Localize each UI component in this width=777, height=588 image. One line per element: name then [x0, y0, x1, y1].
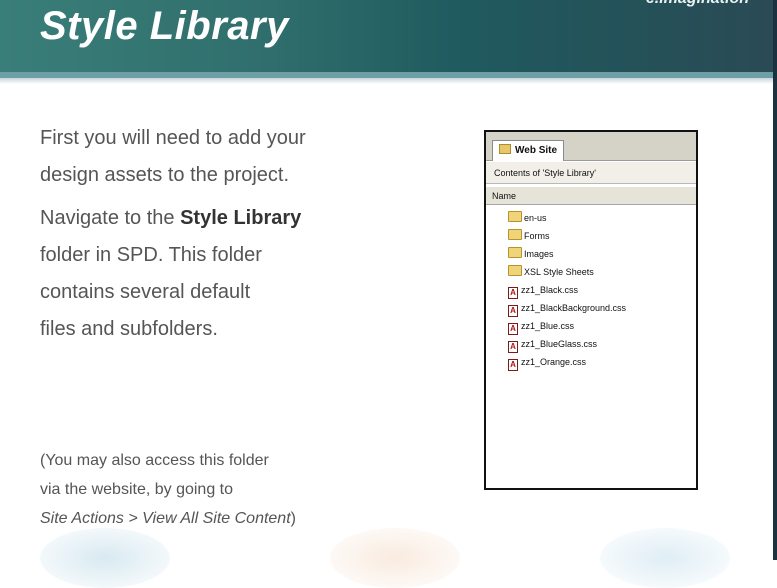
item-name: zz1_BlueGlass.css [521, 339, 598, 349]
item-name: Forms [524, 231, 550, 241]
list-item[interactable]: Azz1_BlueGlass.css [508, 335, 626, 353]
navigate-line-2: folder in SPD. This folder [40, 244, 262, 266]
file-list: en-us Forms Images XSL Style Sheets Azz1… [508, 209, 626, 371]
css-file-icon: A [508, 305, 518, 317]
decorative-circle [330, 528, 460, 588]
contents-heading: Contents of 'Style Library' [486, 162, 696, 184]
item-name: zz1_BlackBackground.css [521, 303, 627, 313]
note-line-2: via the website, by going to [40, 481, 234, 498]
item-name: zz1_Blue.css [521, 321, 575, 331]
panel-tabstrip: Web Site [486, 132, 696, 161]
brand-logo-text: e.imagination [646, 0, 749, 8]
decorative-circle [600, 528, 730, 588]
navigate-line-1-text: Navigate to the [40, 207, 181, 229]
tab-label: Web Site [515, 145, 558, 156]
list-item[interactable]: Forms [508, 227, 626, 245]
note-paragraph: (You may also access this folder via the… [40, 446, 296, 533]
css-file-icon: A [508, 323, 518, 335]
folder-icon [508, 229, 522, 240]
tab-web-site[interactable]: Web Site [492, 140, 565, 161]
list-item[interactable]: Images [508, 245, 626, 263]
intro-line-2: design assets to the project. [40, 164, 290, 186]
window-edge [773, 0, 777, 560]
spd-folder-panel: Web Site Contents of 'Style Library' Nam… [484, 130, 698, 490]
navigate-paragraph: Navigate to the Style Library folder in … [40, 200, 301, 348]
list-item[interactable]: Azz1_Black.css [508, 281, 626, 299]
item-name: XSL Style Sheets [524, 267, 594, 277]
slide-title: Style Library [40, 4, 289, 48]
intro-paragraph: First you will need to add your design a… [40, 120, 306, 194]
header-shadow [0, 78, 777, 84]
navigate-line-1: Navigate to the Style Library [40, 200, 301, 237]
navigate-line-3: contains several default [40, 281, 251, 303]
site-actions-path: Site Actions > View All Site Content [40, 510, 291, 527]
website-folder-icon [499, 144, 511, 154]
list-item[interactable]: Azz1_BlackBackground.css [508, 299, 626, 317]
item-name: en-us [524, 213, 547, 223]
intro-line-1: First you will need to add your [40, 127, 306, 149]
css-file-icon: A [508, 287, 518, 299]
item-name: zz1_Black.css [521, 285, 579, 295]
item-name: Images [524, 249, 554, 259]
folder-icon [508, 211, 522, 222]
note-line-3-end: ) [290, 510, 296, 527]
folder-icon [508, 265, 522, 276]
folder-icon [508, 247, 522, 258]
style-library-emphasis: Style Library [180, 207, 302, 229]
item-name: zz1_Orange.css [521, 357, 587, 367]
name-column-header[interactable]: Name [486, 187, 696, 205]
css-file-icon: A [508, 359, 518, 371]
decorative-circle [40, 528, 170, 588]
list-item[interactable]: Azz1_Blue.css [508, 317, 626, 335]
list-item[interactable]: Azz1_Orange.css [508, 353, 626, 371]
navigate-line-4: files and subfolders. [40, 318, 218, 340]
note-line-3: Site Actions > View All Site Content) [40, 504, 296, 533]
list-item[interactable]: XSL Style Sheets [508, 263, 626, 281]
list-item[interactable]: en-us [508, 209, 626, 227]
note-line-1: (You may also access this folder [40, 452, 269, 469]
css-file-icon: A [508, 341, 518, 353]
